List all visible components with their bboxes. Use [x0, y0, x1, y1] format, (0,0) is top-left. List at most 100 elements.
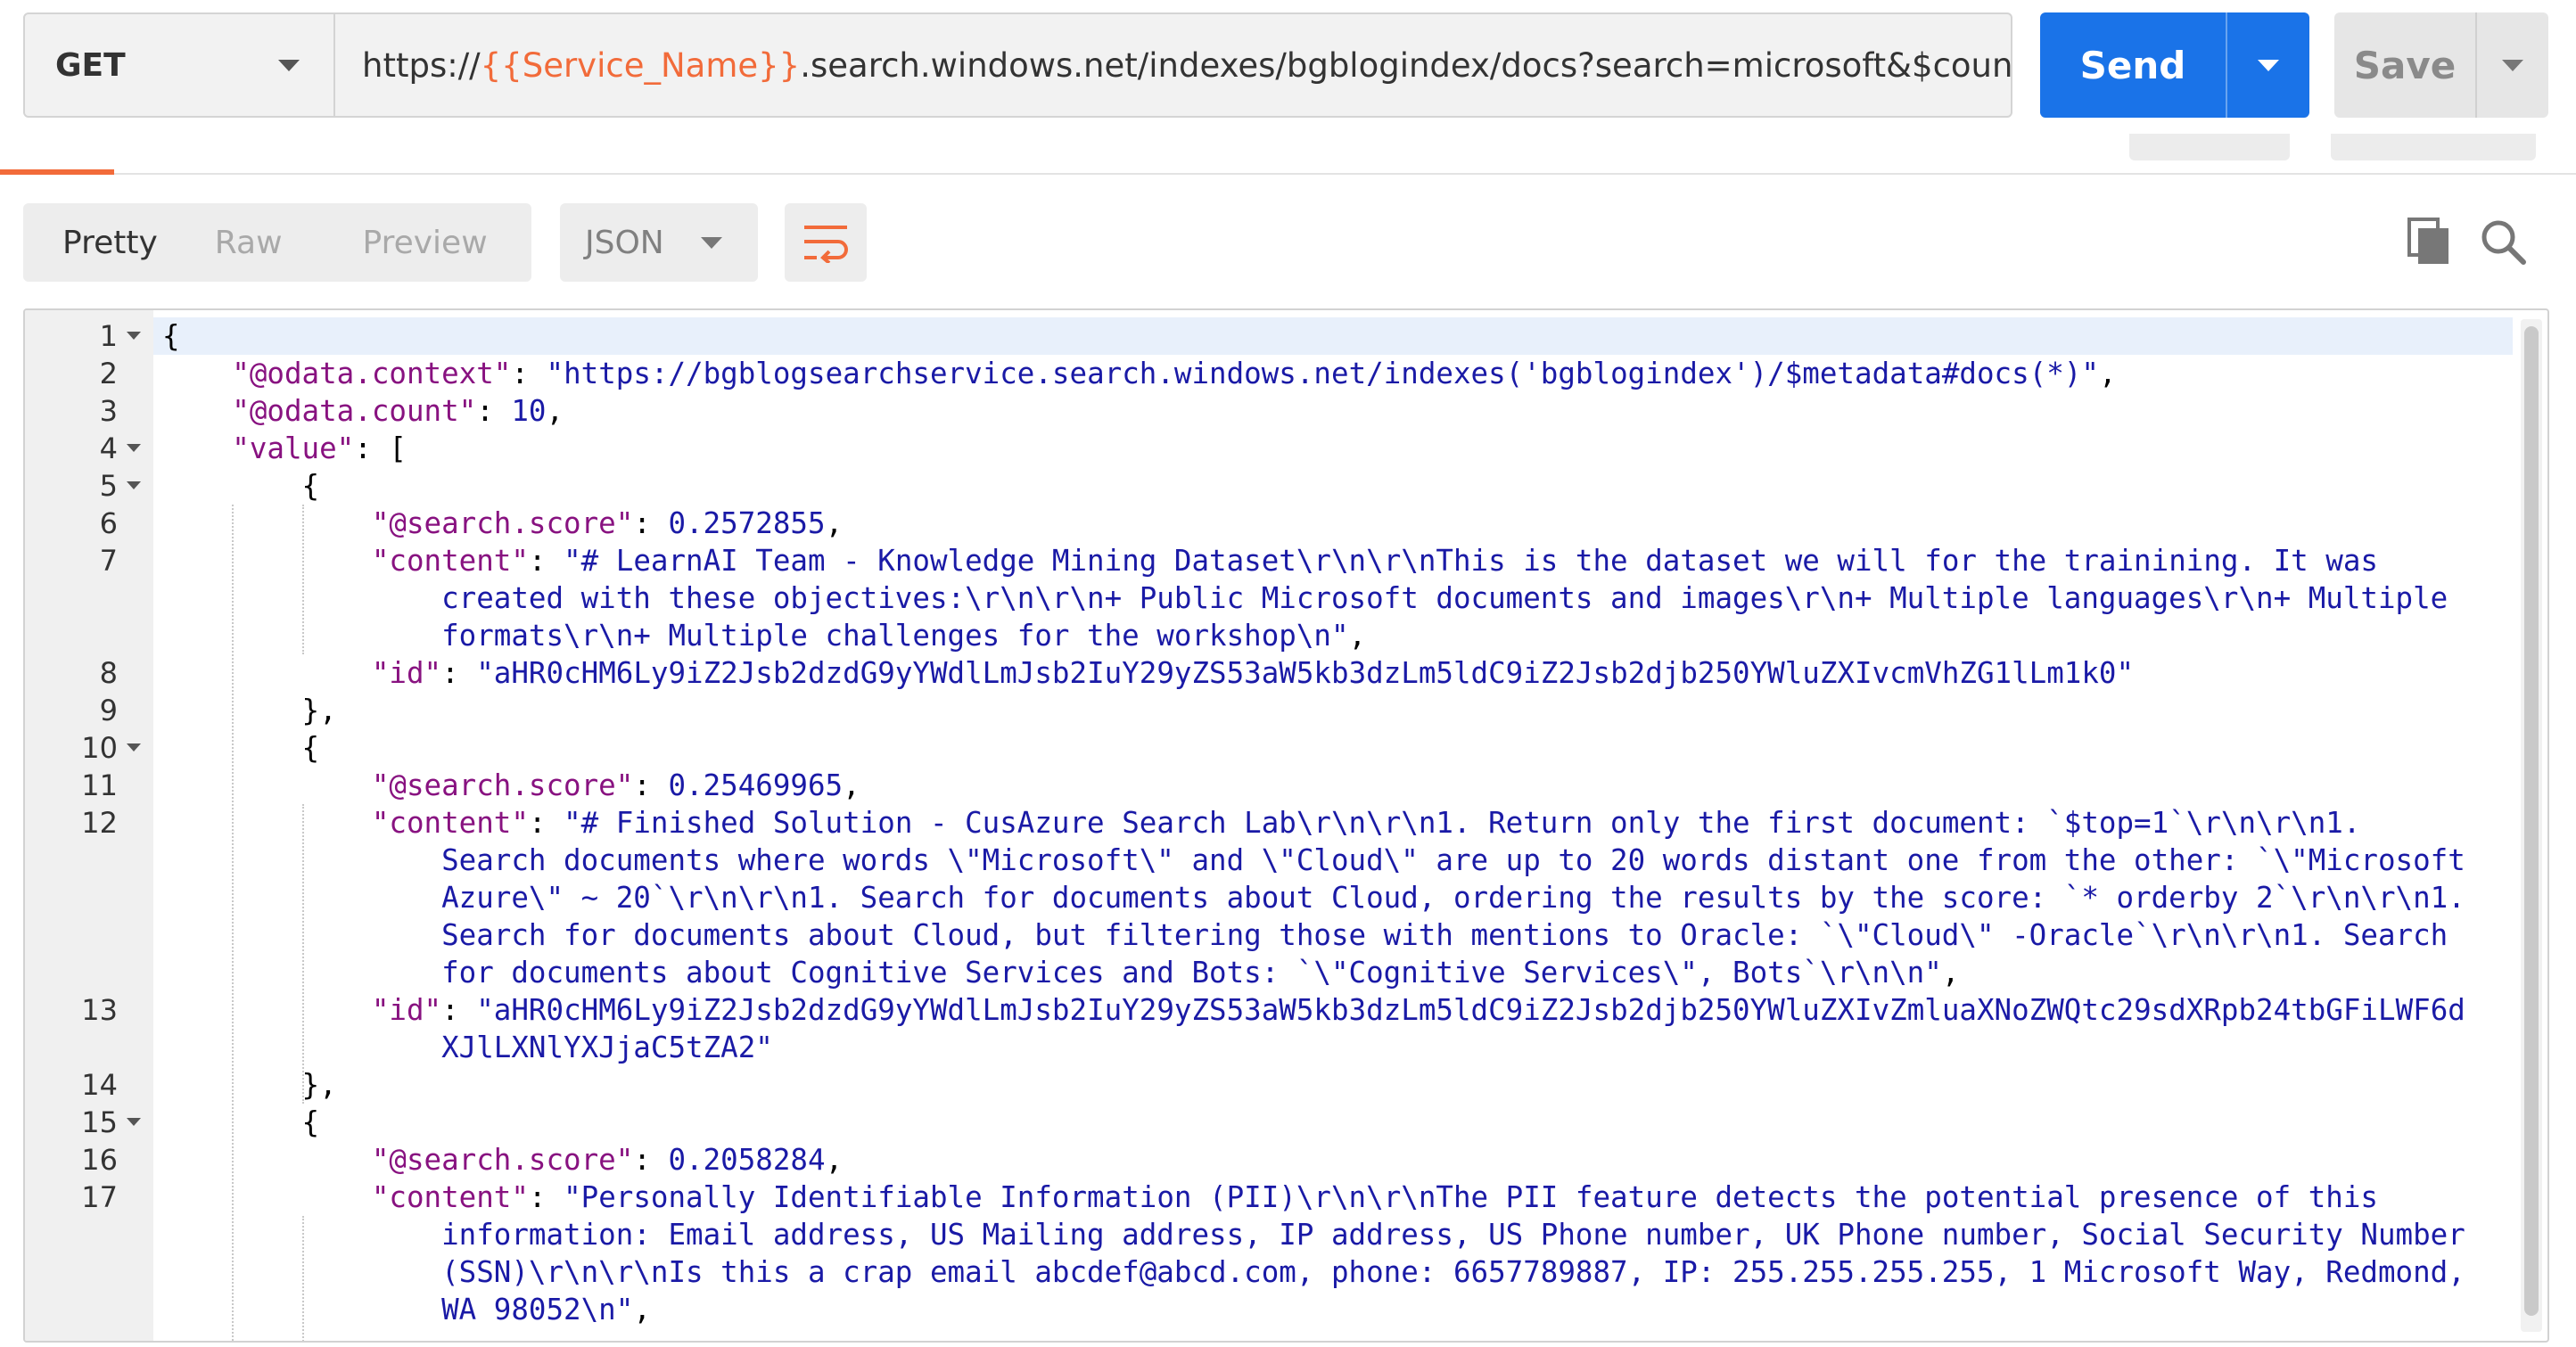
scrollbar-thumb[interactable] — [2524, 326, 2539, 1316]
json-string: XJlLXNlYXJjaC5tZA2" — [441, 1031, 773, 1064]
json-punctuation — [162, 768, 372, 802]
code-line: 15 { — [25, 1104, 2513, 1141]
json-punctuation — [162, 993, 372, 1027]
url-variable: {{Service_Name}} — [480, 45, 801, 85]
json-punctuation: , — [825, 506, 844, 540]
line-number: 9 — [99, 694, 118, 727]
json-punctuation: , — [546, 394, 564, 428]
save-label: Save — [2353, 43, 2457, 87]
json-punctuation: }, — [162, 694, 337, 727]
code-line: 7 "content": "# LearnAI Team - Knowledge… — [25, 542, 2513, 579]
json-number: 0.2572855 — [668, 506, 826, 540]
code-text: "@search.score": 0.25469965, — [162, 767, 860, 804]
json-string: "https://bgblogsearchservice.search.wind… — [546, 357, 2099, 390]
response-body-viewer[interactable]: 1{2 "@odata.context": "https://bgblogsea… — [23, 308, 2549, 1343]
tab-preview[interactable]: Preview — [283, 225, 488, 261]
indent-guide — [301, 505, 304, 654]
url-input[interactable]: https://{{Service_Name}} .search.windows.… — [335, 14, 2011, 116]
line-number: 10 — [81, 731, 118, 765]
search-icon — [2481, 220, 2526, 265]
wrap-lines-button[interactable] — [785, 203, 867, 282]
copy-button[interactable] — [2407, 218, 2450, 266]
json-punctuation: { — [162, 1105, 320, 1139]
code-text: Search documents where words \"Microsoft… — [162, 842, 2465, 879]
send-button[interactable]: Send — [2040, 12, 2309, 118]
request-bar: GET https://{{Service_Name}} .search.wind… — [23, 12, 2012, 118]
hidden-button[interactable] — [2129, 134, 2290, 160]
fold-toggle-icon[interactable] — [127, 481, 141, 489]
json-punctuation — [162, 394, 232, 428]
code-line: 4 "value": [ — [25, 430, 2513, 467]
vertical-scrollbar[interactable] — [2521, 319, 2542, 1332]
code-text: { — [162, 317, 180, 355]
json-string: "Personally Identifiable Information (PI… — [564, 1180, 2378, 1214]
line-number: 11 — [81, 768, 118, 802]
fold-toggle-icon[interactable] — [127, 1118, 141, 1126]
wrap-lines-icon — [804, 226, 848, 263]
fold-toggle-icon[interactable] — [127, 332, 141, 340]
line-number: 14 — [81, 1068, 118, 1102]
line-number: 3 — [99, 394, 118, 428]
json-punctuation: : — [441, 993, 477, 1027]
code-line: XJlLXNlYXJjaC5tZA2" — [25, 1029, 2513, 1066]
json-punctuation: { — [162, 731, 320, 765]
json-string: WA 98052\n" — [441, 1293, 634, 1326]
code-line: 1{ — [25, 317, 2513, 355]
json-string: "# LearnAI Team - Knowledge Mining Datas… — [564, 544, 2378, 578]
hidden-button[interactable] — [2331, 134, 2536, 160]
indent-guide — [301, 804, 304, 1104]
json-key: "@search.score" — [371, 506, 634, 540]
tab-raw[interactable]: Raw — [158, 225, 283, 261]
json-punctuation: , — [2098, 357, 2117, 390]
code-text: "content": "# LearnAI Team - Knowledge M… — [162, 542, 2378, 579]
code-line: Search documents where words \"Microsoft… — [25, 842, 2513, 879]
code-text: XJlLXNlYXJjaC5tZA2" — [162, 1029, 773, 1066]
copy-icon — [2407, 218, 2448, 264]
fold-toggle-icon[interactable] — [127, 743, 141, 752]
save-options-button[interactable] — [2475, 12, 2548, 118]
code-text: "id": "aHR0cHM6Ly9iZ2Jsb2dzdG9yYWdlLmJsb… — [162, 991, 2465, 1029]
json-punctuation — [162, 431, 232, 465]
json-punctuation: : — [528, 1180, 564, 1214]
line-number: 13 — [81, 993, 118, 1027]
chevron-down-icon — [2502, 59, 2523, 71]
code-text: }, — [162, 1066, 337, 1104]
json-key: "value" — [232, 431, 355, 465]
code-text: "value": [ — [162, 430, 407, 467]
json-key: "@odata.context" — [232, 357, 512, 390]
json-punctuation — [162, 544, 372, 578]
save-button[interactable]: Save — [2334, 12, 2548, 118]
format-select[interactable]: JSON — [560, 203, 758, 282]
code-line: Azure\" ~ 20`\r\n\r\n1. Search for docum… — [25, 879, 2513, 916]
code-line: 10 { — [25, 729, 2513, 767]
code-text: created with these objectives:\r\n\r\n+ … — [162, 579, 2448, 617]
line-number: 6 — [99, 506, 118, 540]
code-text: Azure\" ~ 20`\r\n\r\n1. Search for docum… — [162, 879, 2465, 916]
json-number: 0.25469965 — [668, 768, 844, 802]
send-options-button[interactable] — [2226, 12, 2309, 118]
json-punctuation: , — [633, 1293, 651, 1326]
json-key: "@odata.count" — [232, 394, 477, 428]
code-line: 12 "content": "# Finished Solution - Cus… — [25, 804, 2513, 842]
tab-pretty[interactable]: Pretty — [23, 225, 158, 261]
code-line: formats\r\n+ Multiple challenges for the… — [25, 617, 2513, 654]
code-line: 14 }, — [25, 1066, 2513, 1104]
json-punctuation: , — [1941, 956, 1960, 990]
json-punctuation: : — [441, 656, 477, 690]
method-select[interactable]: GET — [25, 14, 335, 116]
active-tab-indicator — [0, 169, 114, 175]
request-tabs-strip — [0, 134, 2576, 175]
json-string: (SSN)\r\n\r\nIs this a crap email abcdef… — [441, 1255, 2465, 1289]
json-string: for documents about Cognitive Services a… — [441, 956, 1942, 990]
search-button[interactable] — [2479, 218, 2527, 266]
fold-toggle-icon[interactable] — [127, 444, 141, 452]
json-number: 0.2058284 — [668, 1143, 826, 1177]
code-text: "@odata.context": "https://bgblogsearchs… — [162, 355, 2117, 392]
send-label: Send — [2079, 43, 2186, 87]
json-key: "content" — [371, 1180, 529, 1214]
line-number: 4 — [99, 431, 118, 465]
code-text: "content": "Personally Identifiable Info… — [162, 1179, 2378, 1216]
code-text: WA 98052\n", — [162, 1291, 651, 1328]
code-line: 13 "id": "aHR0cHM6Ly9iZ2Jsb2dzdG9yYWdlLm… — [25, 991, 2513, 1029]
json-number: 10 — [511, 394, 547, 428]
